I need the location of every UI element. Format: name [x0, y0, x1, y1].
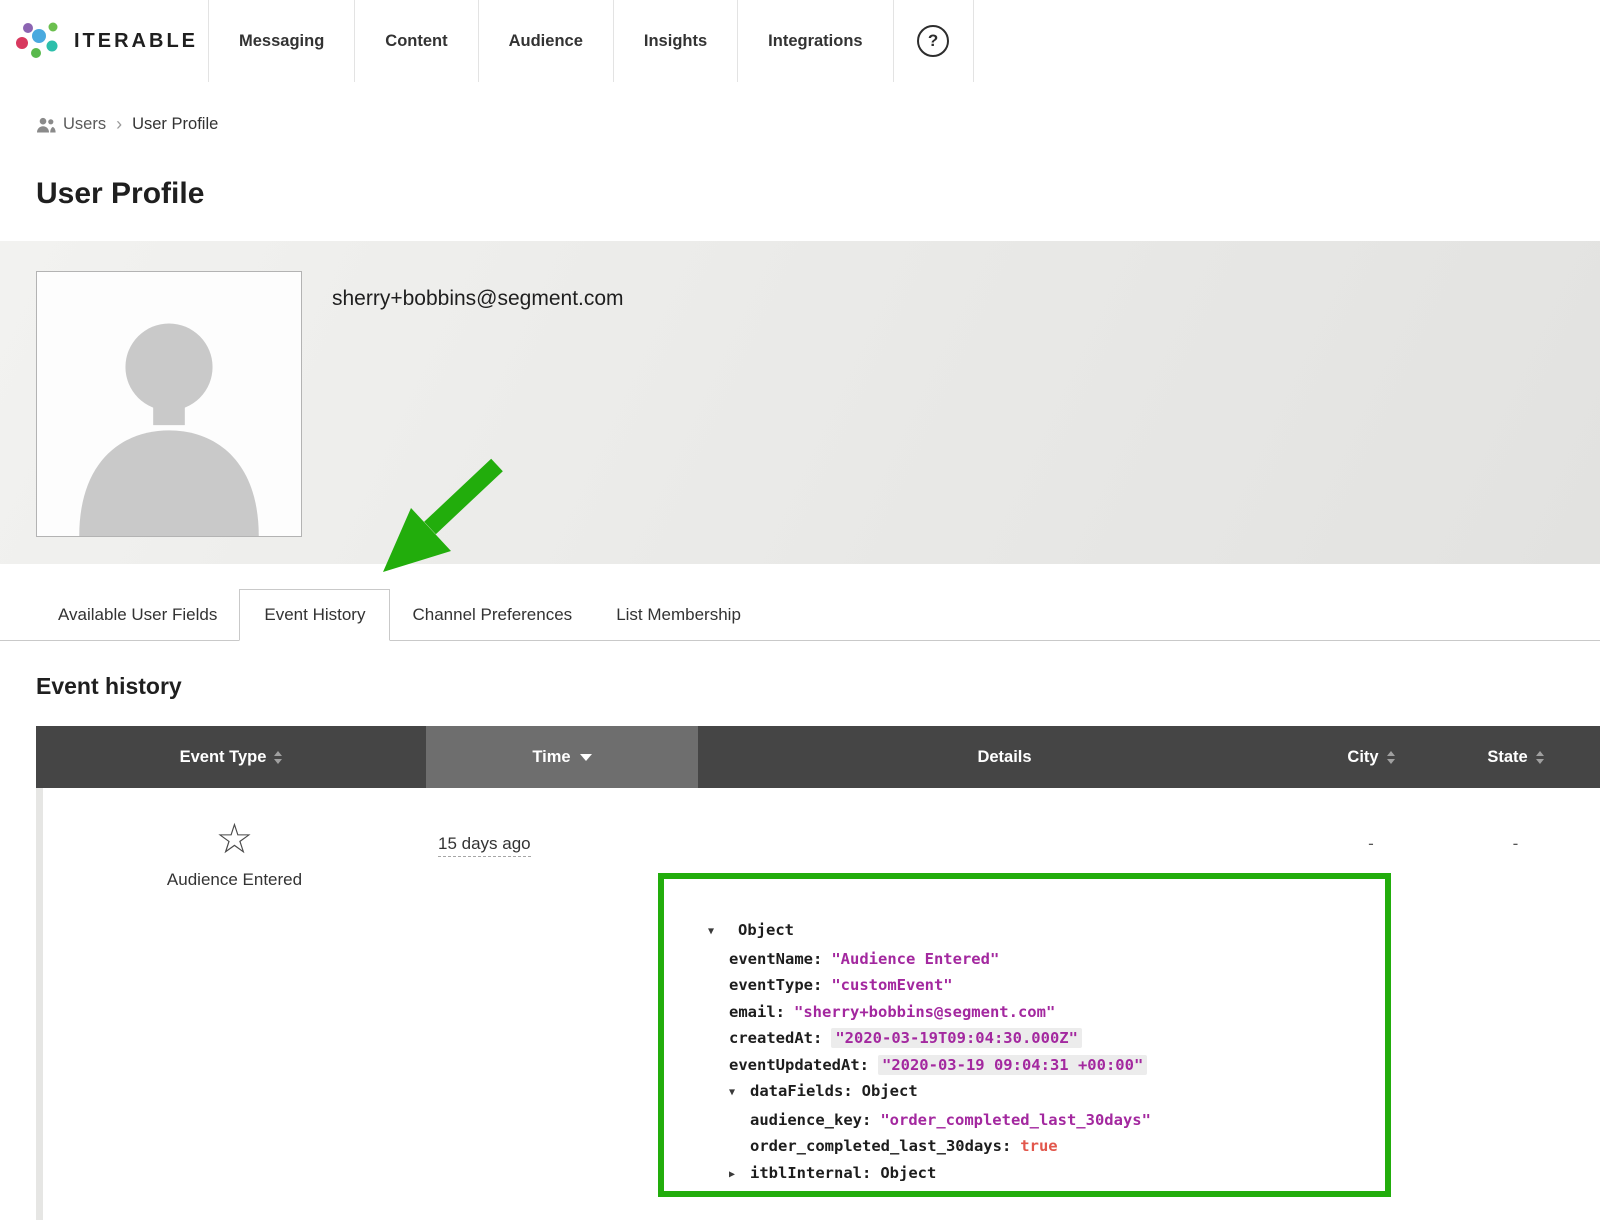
help-icon: ? [917, 25, 949, 57]
user-profile-page: ITERABLE Messaging Content Audience Insi… [0, 0, 1600, 1219]
breadcrumb-users-link[interactable]: Users [36, 115, 106, 134]
col-header-details: Details [698, 726, 1311, 788]
top-nav: ITERABLE Messaging Content Audience Insi… [0, 0, 1600, 82]
table-header-row: Event Type Time Details City State [36, 726, 1600, 788]
expand-toggle-icon[interactable]: ▶ [729, 1162, 750, 1189]
collapse-toggle-icon[interactable]: ▼ [729, 1080, 750, 1107]
json-line-root: ▼ Object [664, 917, 1385, 946]
tab-event-history[interactable]: Event History [239, 589, 390, 641]
col-label-event-type: Event Type [180, 748, 267, 767]
event-type-label: Audience Entered [167, 870, 302, 890]
json-line-eventtype: eventType:"customEvent" [664, 972, 1385, 999]
json-line-eventname: eventName:"Audience Entered" [664, 946, 1385, 973]
users-icon [36, 117, 56, 133]
avatar [36, 271, 302, 537]
state-cell: - [1431, 788, 1600, 1220]
nav-item-integrations[interactable]: Integrations [737, 0, 892, 82]
nav-item-audience[interactable]: Audience [478, 0, 613, 82]
user-email: sherry+bobbins@segment.com [332, 287, 624, 564]
help-button[interactable]: ? [893, 0, 974, 82]
tab-channel-preferences[interactable]: Channel Preferences [390, 590, 594, 640]
brand-logo[interactable]: ITERABLE [0, 0, 208, 82]
relative-time[interactable]: 15 days ago [438, 834, 531, 857]
json-line-itblinternal: ▶itblInternal:Object [664, 1160, 1385, 1189]
sort-icons [1387, 751, 1395, 764]
profile-panel: sherry+bobbins@segment.com [0, 241, 1600, 564]
breadcrumb: Users › User Profile [0, 82, 1600, 135]
page-title: User Profile [36, 177, 1600, 211]
breadcrumb-current: User Profile [132, 115, 218, 134]
nav-item-content[interactable]: Content [354, 0, 477, 82]
nav-item-messaging[interactable]: Messaging [208, 0, 354, 82]
tab-available-user-fields[interactable]: Available User Fields [36, 590, 239, 640]
col-label-city: City [1347, 748, 1378, 767]
sort-desc-icon [580, 754, 592, 761]
col-header-city[interactable]: City [1311, 726, 1431, 788]
profile-tabs: Available User Fields Event History Chan… [0, 589, 1600, 641]
chevron-right-icon: › [116, 114, 122, 135]
col-header-time[interactable]: Time [426, 726, 698, 788]
event-details-json: ▼ Object eventName:"Audience Entered" eve… [658, 873, 1391, 1197]
tab-list-membership[interactable]: List Membership [594, 590, 763, 640]
nav-item-insights[interactable]: Insights [613, 0, 737, 82]
json-line-email: email:"sherry+bobbins@segment.com" [664, 999, 1385, 1026]
json-line-eventupdatedat: eventUpdatedAt:"2020-03-19 09:04:31 +00:… [664, 1052, 1385, 1079]
event-history-table: Event Type Time Details City State ☆ [36, 726, 1600, 1220]
json-line-createdat: createdAt:"2020-03-19T09:04:30.000Z" [664, 1025, 1385, 1052]
sort-icons [274, 751, 282, 764]
brand-name: ITERABLE [74, 30, 198, 53]
breadcrumb-users-label: Users [63, 115, 106, 134]
star-favorite-icon[interactable]: ☆ [216, 818, 254, 860]
iterable-logo-icon [16, 18, 62, 64]
col-label-time: Time [532, 748, 570, 767]
json-line-order-completed: order_completed_last_30days:true [664, 1133, 1385, 1160]
col-header-state[interactable]: State [1431, 726, 1600, 788]
json-line-datafields: ▼dataFields:Object [664, 1078, 1385, 1107]
col-header-event-type[interactable]: Event Type [36, 726, 426, 788]
json-object-label: Object [738, 921, 794, 939]
table-row: ☆ Audience Entered 15 days ago ▼ Object e… [36, 788, 1600, 1220]
avatar-silhouette-icon [37, 272, 301, 536]
section-heading: Event history [36, 673, 1600, 700]
col-label-state: State [1487, 748, 1527, 767]
details-cell: ▼Object eventName:"Audience Entered" eve… [698, 788, 1311, 1220]
sort-icons [1536, 751, 1544, 764]
collapse-toggle-icon[interactable]: ▼ [708, 919, 729, 946]
event-type-cell: ☆ Audience Entered [43, 788, 426, 1220]
json-line-audience-key: audience_key:"order_completed_last_30day… [664, 1107, 1385, 1134]
col-label-details: Details [977, 748, 1031, 767]
